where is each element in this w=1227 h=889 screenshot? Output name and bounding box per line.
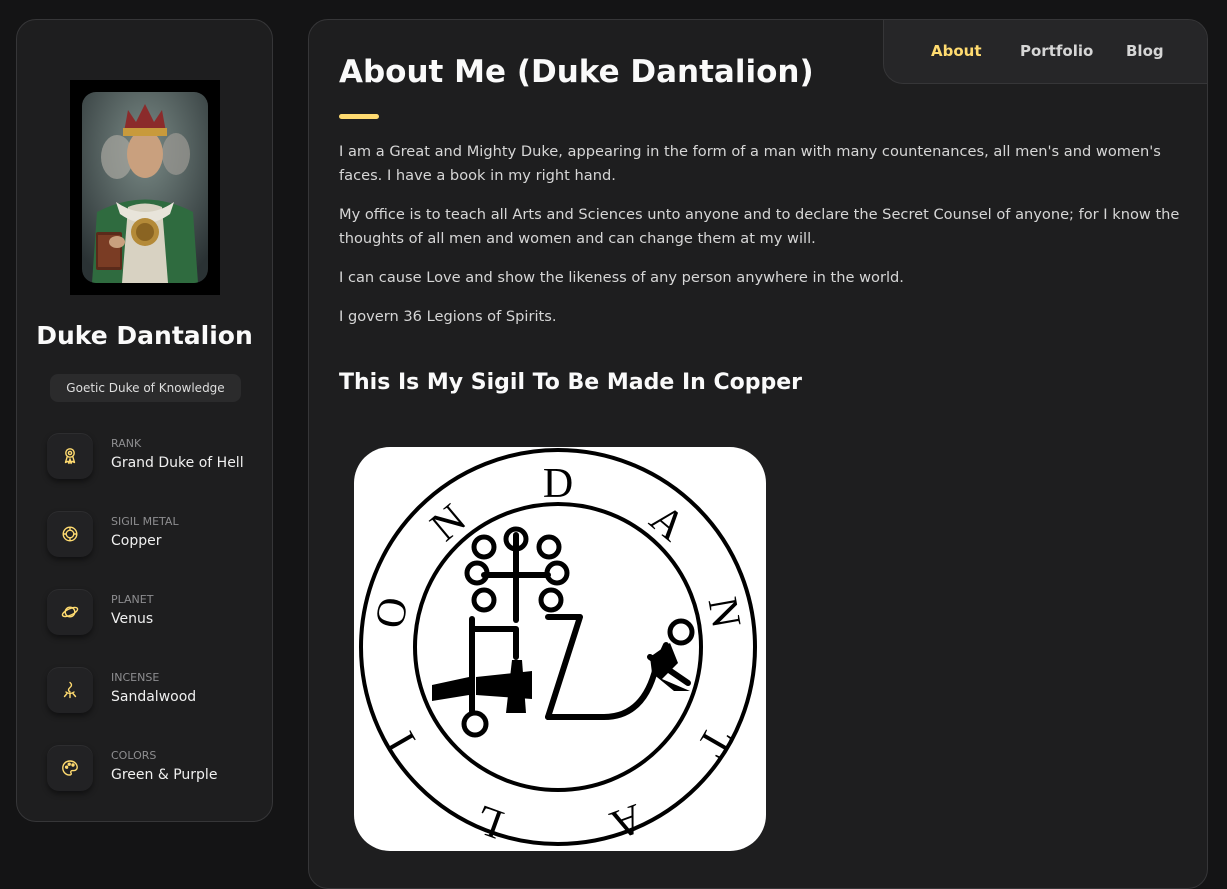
- info-item-sigil-metal: SIGIL METAL Copper: [47, 511, 257, 561]
- info-label: SIGIL METAL: [111, 515, 179, 528]
- info-item-colors: COLORS Green & Purple: [47, 745, 257, 795]
- title-underline: [339, 114, 379, 119]
- info-label: INCENSE: [111, 671, 160, 684]
- sigil-letter: D: [543, 461, 573, 507]
- sigil-letter: N: [699, 594, 750, 632]
- incense-icon: [63, 681, 77, 699]
- info-item-planet: PLANET Venus: [47, 589, 257, 639]
- palette-icon: [62, 760, 78, 776]
- profile-name: Duke Dantalion: [36, 321, 253, 350]
- info-label: PLANET: [111, 593, 154, 606]
- nav-link-blog[interactable]: Blog: [1126, 42, 1164, 60]
- avatar: [70, 80, 220, 295]
- info-icon-box: [47, 433, 93, 479]
- sigil-letter: T: [688, 719, 741, 764]
- info-value: Green & Purple: [111, 767, 218, 783]
- sigil-heading: This Is My Sigil To Be Made In Copper: [339, 370, 802, 395]
- sigil-letter: A: [641, 496, 694, 551]
- info-icon-box: [47, 589, 93, 635]
- main-content: About Portfolio Blog About Me (Duke Dant…: [308, 19, 1208, 889]
- sigil-image: D A N T A L I O N: [354, 447, 766, 851]
- sigil-letter: L: [470, 795, 510, 847]
- about-paragraph: I govern 36 Legions of Spirits.: [339, 308, 557, 325]
- info-value: Venus: [111, 611, 154, 627]
- sigil-letter: N: [422, 496, 475, 551]
- about-paragraph: My office is to teach all Arts and Scien…: [339, 206, 1180, 247]
- navbar: About Portfolio Blog: [883, 20, 1207, 84]
- info-label: COLORS: [111, 749, 157, 762]
- info-icon-box: [47, 667, 93, 713]
- about-paragraph: I am a Great and Mighty Duke, appearing …: [339, 143, 1161, 184]
- profile-title-badge: Goetic Duke of Knowledge: [50, 374, 241, 402]
- profile-sidebar: Duke Dantalion Goetic Duke of Knowledge …: [16, 19, 273, 822]
- page-title: About Me (Duke Dantalion): [339, 54, 814, 90]
- avatar-portrait-image: [82, 92, 208, 283]
- sigil-letter: O: [367, 594, 418, 632]
- info-label: RANK: [111, 437, 142, 450]
- sigil-letter: A: [604, 794, 649, 848]
- info-value: Copper: [111, 533, 162, 549]
- about-text: I am a Great and Mighty Duke, appearing …: [339, 140, 1184, 344]
- info-item-incense: INCENSE Sandalwood: [47, 667, 257, 717]
- nav-link-portfolio[interactable]: Portfolio: [1020, 42, 1093, 60]
- ring-icon: [62, 526, 78, 542]
- info-item-rank: RANK Grand Duke of Hell: [47, 433, 257, 483]
- medal-icon: [64, 448, 76, 465]
- info-value: Grand Duke of Hell: [111, 455, 244, 471]
- about-paragraph: I can cause Love and show the likeness o…: [339, 269, 904, 286]
- info-icon-box: [47, 511, 93, 557]
- planet-icon: [61, 606, 79, 618]
- info-value: Sandalwood: [111, 689, 197, 705]
- info-icon-box: [47, 745, 93, 791]
- nav-link-about[interactable]: About: [931, 42, 982, 60]
